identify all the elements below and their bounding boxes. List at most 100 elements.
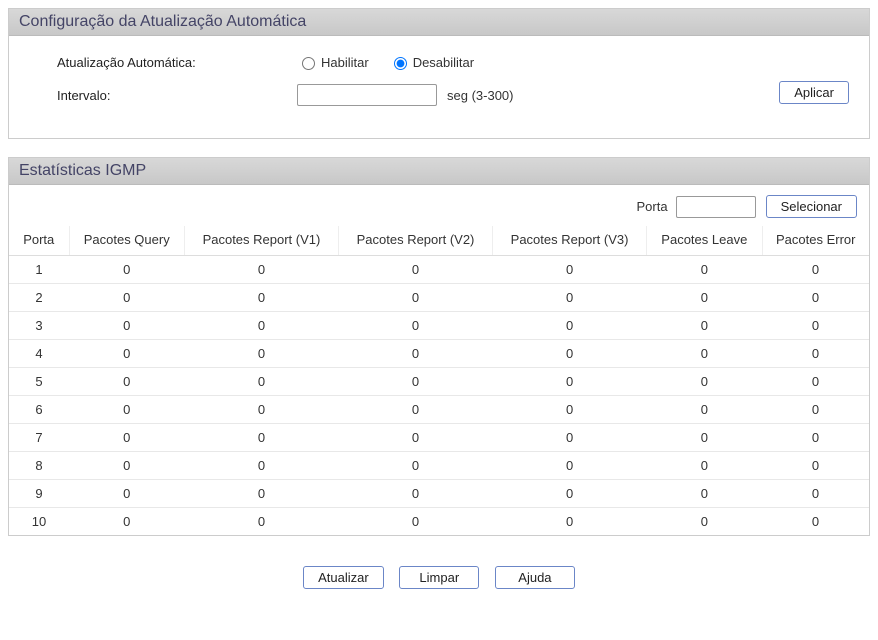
table-cell: 0 [493, 367, 647, 395]
radio-disable-item[interactable]: Desabilitar [389, 54, 474, 70]
table-cell: 0 [647, 507, 762, 535]
table-row: 10000000 [9, 507, 869, 535]
interval-label: Intervalo: [57, 88, 297, 103]
interval-input[interactable] [297, 84, 437, 106]
table-cell: 0 [69, 283, 184, 311]
table-cell: 0 [762, 451, 869, 479]
table-row: 2000000 [9, 283, 869, 311]
config-row-interval: Intervalo: seg (3-300) [57, 84, 829, 106]
apply-button[interactable]: Aplicar [779, 81, 849, 104]
auto-update-config-panel: Configuração da Atualização Automática A… [8, 8, 870, 139]
table-cell: 0 [184, 339, 338, 367]
table-cell: 0 [762, 395, 869, 423]
table-row: 5000000 [9, 367, 869, 395]
table-cell: 0 [647, 479, 762, 507]
table-cell: 0 [647, 395, 762, 423]
table-cell: 0 [647, 451, 762, 479]
table-cell: 0 [184, 423, 338, 451]
igmp-stats-table: Porta Pacotes Query Pacotes Report (V1) … [9, 226, 869, 535]
table-cell: 0 [69, 311, 184, 339]
igmp-stats-panel: Estatísticas IGMP Porta Selecionar Porta… [8, 157, 870, 536]
select-button[interactable]: Selecionar [766, 195, 857, 218]
table-cell: 0 [762, 255, 869, 283]
table-cell: 0 [493, 283, 647, 311]
col-leave-header: Pacotes Leave [647, 226, 762, 255]
auto-update-radio-group: Habilitar Desabilitar [297, 54, 494, 70]
table-cell: 0 [647, 367, 762, 395]
table-cell: 0 [338, 451, 492, 479]
table-cell: 0 [338, 423, 492, 451]
help-button[interactable]: Ajuda [495, 566, 575, 589]
table-row: 9000000 [9, 479, 869, 507]
col-report-v3-header: Pacotes Report (V3) [493, 226, 647, 255]
table-cell: 10 [9, 507, 69, 535]
col-query-header: Pacotes Query [69, 226, 184, 255]
table-cell: 0 [493, 395, 647, 423]
table-row: 1000000 [9, 255, 869, 283]
table-header-row: Porta Pacotes Query Pacotes Report (V1) … [9, 226, 869, 255]
table-cell: 0 [493, 423, 647, 451]
table-cell: 0 [338, 479, 492, 507]
radio-enable-item[interactable]: Habilitar [297, 54, 369, 70]
table-row: 3000000 [9, 311, 869, 339]
table-cell: 0 [647, 311, 762, 339]
table-row: 8000000 [9, 451, 869, 479]
table-cell: 4 [9, 339, 69, 367]
stats-panel-title: Estatísticas IGMP [9, 157, 869, 185]
table-row: 4000000 [9, 339, 869, 367]
table-cell: 0 [762, 283, 869, 311]
table-cell: 0 [69, 507, 184, 535]
table-cell: 0 [493, 255, 647, 283]
radio-enable-label: Habilitar [321, 55, 369, 70]
table-cell: 0 [762, 339, 869, 367]
config-panel-title: Configuração da Atualização Automática [9, 8, 869, 36]
table-cell: 0 [647, 255, 762, 283]
table-cell: 0 [69, 339, 184, 367]
action-row: Atualizar Limpar Ajuda [8, 554, 870, 593]
table-cell: 0 [338, 311, 492, 339]
table-cell: 0 [184, 283, 338, 311]
table-cell: 0 [338, 283, 492, 311]
table-cell: 0 [338, 395, 492, 423]
col-error-header: Pacotes Error [762, 226, 869, 255]
table-cell: 3 [9, 311, 69, 339]
table-cell: 0 [69, 423, 184, 451]
table-cell: 0 [184, 395, 338, 423]
table-cell: 0 [493, 311, 647, 339]
table-cell: 8 [9, 451, 69, 479]
table-cell: 0 [647, 339, 762, 367]
table-row: 6000000 [9, 395, 869, 423]
table-cell: 0 [69, 395, 184, 423]
filter-label: Porta [636, 199, 667, 214]
table-cell: 0 [493, 507, 647, 535]
table-cell: 0 [762, 479, 869, 507]
port-filter-input[interactable] [676, 196, 756, 218]
config-body: Atualização Automática: Habilitar Desabi… [9, 36, 869, 138]
table-cell: 0 [493, 479, 647, 507]
table-cell: 0 [493, 339, 647, 367]
table-cell: 0 [184, 507, 338, 535]
auto-update-label: Atualização Automática: [57, 55, 297, 70]
filter-row: Porta Selecionar [9, 185, 869, 226]
table-cell: 0 [184, 479, 338, 507]
refresh-button[interactable]: Atualizar [303, 566, 384, 589]
table-cell: 0 [647, 423, 762, 451]
table-cell: 0 [338, 507, 492, 535]
table-row: 7000000 [9, 423, 869, 451]
table-cell: 9 [9, 479, 69, 507]
table-cell: 1 [9, 255, 69, 283]
col-report-v2-header: Pacotes Report (V2) [338, 226, 492, 255]
clear-button[interactable]: Limpar [399, 566, 479, 589]
apply-section: Aplicar [779, 81, 849, 104]
col-report-v1-header: Pacotes Report (V1) [184, 226, 338, 255]
table-cell: 0 [69, 367, 184, 395]
table-cell: 0 [184, 367, 338, 395]
table-cell: 0 [762, 311, 869, 339]
table-cell: 2 [9, 283, 69, 311]
radio-enable[interactable] [302, 57, 315, 70]
radio-disable[interactable] [394, 57, 407, 70]
table-cell: 0 [762, 507, 869, 535]
table-cell: 6 [9, 395, 69, 423]
config-row-auto-update: Atualização Automática: Habilitar Desabi… [57, 54, 829, 70]
table-cell: 0 [69, 451, 184, 479]
